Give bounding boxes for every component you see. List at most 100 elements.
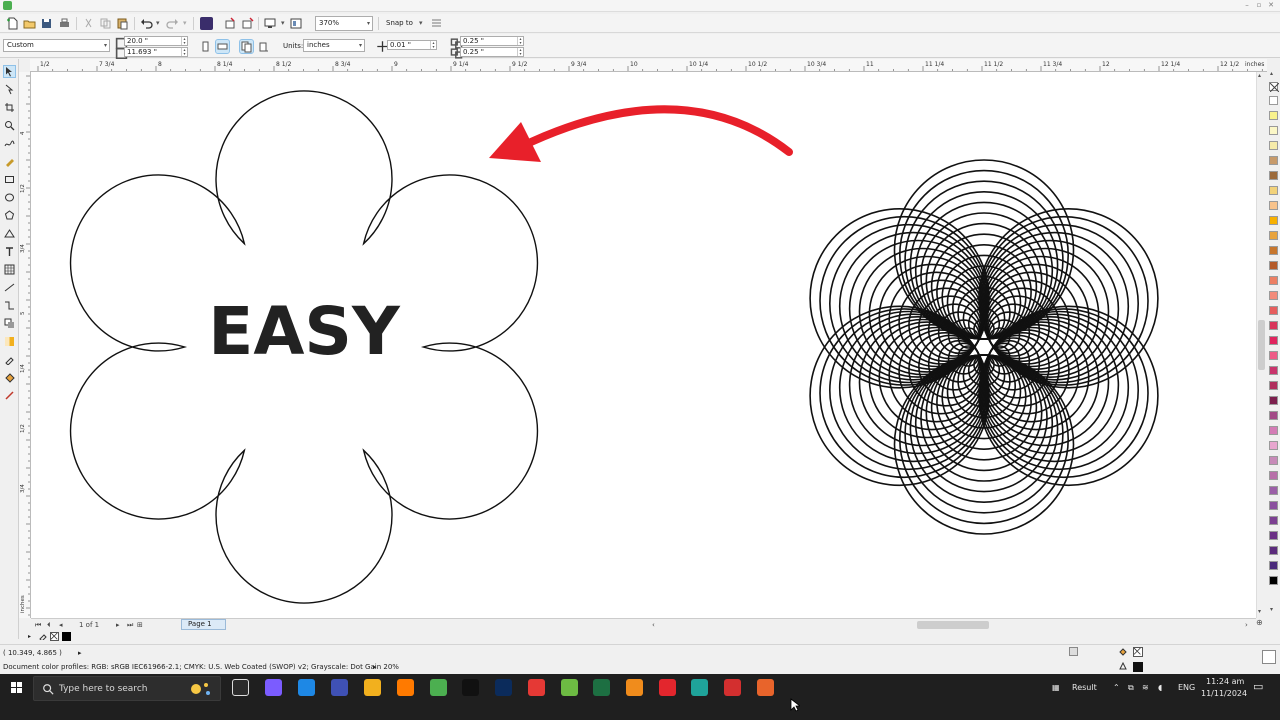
outline-pen-icon[interactable] xyxy=(1118,661,1128,672)
zoom-tool-icon[interactable] xyxy=(4,120,15,131)
outline-color-swatch[interactable] xyxy=(1133,662,1143,672)
print-icon[interactable] xyxy=(58,17,71,30)
palette-swatch[interactable] xyxy=(1269,501,1278,510)
basic-shapes-tool-icon[interactable] xyxy=(4,228,15,239)
no-fill-swatch[interactable] xyxy=(1269,82,1279,92)
crop-tool-icon[interactable] xyxy=(4,102,15,113)
palette-swatch[interactable] xyxy=(1269,471,1278,480)
first-page-icon[interactable]: ⏮ xyxy=(35,620,41,630)
palette-swatch[interactable] xyxy=(1269,141,1278,150)
palette-swatch[interactable] xyxy=(1269,411,1278,420)
tray-volume-icon[interactable]: ◖ xyxy=(1158,683,1162,693)
taskbar-record-icon[interactable] xyxy=(724,679,741,696)
taskbar-photoshop-icon[interactable] xyxy=(495,679,512,696)
last-page-icon[interactable]: ⏭ xyxy=(127,620,133,630)
transparency-tool-icon[interactable] xyxy=(4,336,15,347)
connector-tool-icon[interactable] xyxy=(4,300,15,311)
next-page-icon[interactable]: ▸ xyxy=(116,620,120,630)
taskbar-camtasia-icon[interactable] xyxy=(691,679,708,696)
easy-heading[interactable]: EASY xyxy=(208,293,401,370)
smart-fill-tool-icon[interactable] xyxy=(4,390,15,401)
palette-swatch[interactable] xyxy=(1269,96,1278,105)
taskbar-coreldraw-2-icon[interactable] xyxy=(561,679,578,696)
palette-swatch[interactable] xyxy=(1269,216,1278,225)
taskbar-opera-icon[interactable] xyxy=(659,679,676,696)
palette-swatch[interactable] xyxy=(1269,561,1278,570)
palette-swatch[interactable] xyxy=(1269,171,1278,180)
tray-language[interactable]: ENG xyxy=(1178,683,1195,693)
palette-swatch[interactable] xyxy=(1269,381,1278,390)
options-icon[interactable] xyxy=(430,17,443,30)
duplicate-distance-x-input[interactable]: 0.25 " ▴ ▾ xyxy=(460,36,524,46)
taskbar-edge-icon[interactable] xyxy=(298,679,315,696)
coords-expand-icon[interactable]: ▸ xyxy=(78,648,82,658)
rectangle-tool-icon[interactable] xyxy=(4,174,15,185)
notification-center-icon[interactable]: ▭ xyxy=(1253,681,1263,692)
drawing-canvas[interactable]: EASY xyxy=(31,72,1256,618)
minimize-button[interactable]: – xyxy=(1242,1,1252,10)
status-expand-icon[interactable] xyxy=(1262,650,1276,664)
page-tab[interactable]: Page 1 xyxy=(181,619,226,630)
close-button[interactable]: ✕ xyxy=(1266,1,1276,10)
palette-swatch[interactable] xyxy=(1269,456,1278,465)
taskbar-chrome-icon[interactable] xyxy=(528,679,545,696)
tray-time[interactable]: 11:24 am xyxy=(1206,677,1244,687)
doc-black-swatch[interactable] xyxy=(62,632,71,641)
palette-swatch[interactable] xyxy=(1269,201,1278,210)
add-page-icon[interactable]: ⊞ xyxy=(137,620,143,630)
taskbar-excel-icon[interactable] xyxy=(593,679,610,696)
horizontal-scroll-thumb[interactable] xyxy=(917,621,989,629)
palette-swatch[interactable] xyxy=(1269,366,1278,375)
table-tool-icon[interactable] xyxy=(4,264,15,275)
text-tool-icon[interactable] xyxy=(4,246,15,257)
tray-wifi-icon[interactable]: ≋ xyxy=(1142,683,1149,693)
windows-start-button[interactable] xyxy=(6,674,28,702)
palette-swatch[interactable] xyxy=(1269,516,1278,525)
interactive-fill-tool-icon[interactable] xyxy=(4,372,15,383)
tray-date[interactable]: 11/11/2024 xyxy=(1201,689,1247,699)
hscroll-left-icon[interactable]: ‹ xyxy=(652,620,655,630)
welcome-screen-icon[interactable] xyxy=(290,17,303,30)
eyedropper-mini-icon[interactable] xyxy=(39,632,47,642)
drop-shadow-tool-icon[interactable] xyxy=(4,318,15,329)
taskbar-tiktok-icon[interactable] xyxy=(462,679,479,696)
duplicate-distance-y-input[interactable]: 0.25 " ▴ ▾ xyxy=(460,47,524,57)
all-pages-icon[interactable] xyxy=(239,39,254,54)
taskbar-search-box[interactable]: Type here to search xyxy=(33,676,221,701)
polygon-tool-icon[interactable] xyxy=(4,210,15,221)
palette-swatch[interactable] xyxy=(1269,321,1278,330)
search-content-icon[interactable] xyxy=(200,17,213,30)
zoom-navigator-icon[interactable]: ⊕ xyxy=(1256,618,1268,630)
palette-swatch[interactable] xyxy=(1269,156,1278,165)
taskbar-task-view-icon[interactable] xyxy=(232,679,249,696)
palette-swatch[interactable] xyxy=(1269,261,1278,270)
palette-swatch[interactable] xyxy=(1269,351,1278,360)
red-curved-arrow[interactable] xyxy=(489,105,793,162)
tray-result-icon[interactable]: ▦ xyxy=(1052,683,1060,693)
restore-button[interactable]: ▫ xyxy=(1254,1,1264,10)
palette-swatch[interactable] xyxy=(1269,111,1278,120)
palette-swatch[interactable] xyxy=(1269,426,1278,435)
palette-swatch[interactable] xyxy=(1269,396,1278,405)
zoom-level-select[interactable]: 370% ▾ xyxy=(315,16,373,31)
color-profile-expand-icon[interactable]: ▸ xyxy=(373,662,377,672)
hscroll-right-icon[interactable]: › xyxy=(1245,620,1248,630)
open-folder-icon[interactable] xyxy=(23,17,36,30)
new-document-icon[interactable] xyxy=(6,17,19,30)
taskbar-other-icon[interactable] xyxy=(757,679,774,696)
taskbar-illustrator-icon[interactable] xyxy=(397,679,414,696)
eyedropper-tool-icon[interactable] xyxy=(4,354,15,365)
paste-icon[interactable] xyxy=(116,17,129,30)
palette-swatch[interactable] xyxy=(1269,576,1278,585)
scroll-down-icon[interactable]: ▾ xyxy=(1258,608,1261,615)
palette-swatch[interactable] xyxy=(1269,276,1278,285)
ellipse-tool-icon[interactable] xyxy=(4,192,15,203)
landscape-icon[interactable] xyxy=(215,39,230,54)
palette-swatch[interactable] xyxy=(1269,531,1278,540)
scroll-up-icon[interactable]: ▴ xyxy=(1258,72,1261,79)
page-width-input[interactable]: 20.0 " ▴ ▾ xyxy=(124,36,188,46)
tray-result-label[interactable]: Result xyxy=(1072,683,1097,693)
palette-swatch[interactable] xyxy=(1269,126,1278,135)
nudge-distance-input[interactable]: 0.01 " ▴ ▾ xyxy=(387,40,437,50)
tray-network-icon[interactable]: ⧉ xyxy=(1128,683,1134,693)
